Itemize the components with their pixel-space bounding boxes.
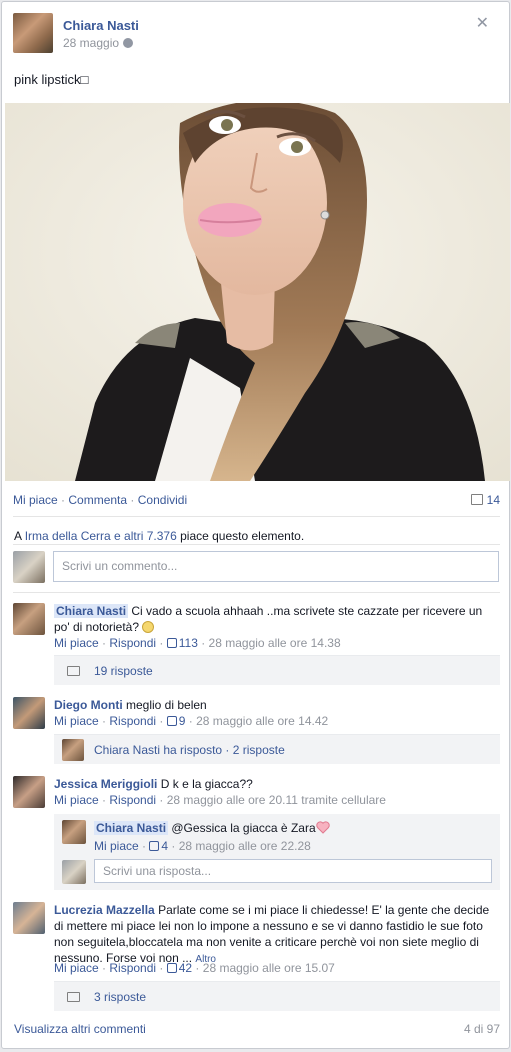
comments-pagination: 4 di 97 (463, 1022, 500, 1036)
replies-action: ha risposto (163, 743, 223, 757)
comment-like-link[interactable]: Mi piace (54, 714, 99, 728)
separator: · (130, 493, 138, 507)
globe-icon (123, 38, 134, 48)
reply-text: @Gessica la giacca è Zara (171, 821, 316, 835)
comment-input[interactable]: Scrivi un commento... (53, 551, 499, 582)
comment-author[interactable]: Chiara Nasti (54, 604, 129, 618)
comment-avatar[interactable] (13, 902, 45, 934)
divider (13, 592, 500, 593)
comment-time[interactable]: 28 maggio alle ore 14.38 (209, 636, 341, 650)
comment-reply-link[interactable]: Rispondi (109, 636, 156, 650)
author-name[interactable]: Chiara Nasti (63, 18, 139, 33)
likes-names[interactable]: Irma della Cerra e altri 7.376 (25, 529, 177, 543)
comment-like-count-value: 42 (178, 961, 193, 975)
comment-time[interactable]: 28 maggio alle ore 14.42 (196, 714, 328, 728)
post-header: Chiara Nasti 28 maggio ✕ (13, 13, 493, 55)
post-date[interactable]: 28 maggio (63, 36, 134, 50)
reply-like-link[interactable]: Mi piace (94, 839, 139, 853)
reply-time[interactable]: 28 maggio alle ore 22.28 (179, 839, 311, 853)
comment-avatar[interactable] (13, 776, 45, 808)
post-actions: Mi piace · Commenta · Condividi 14 (13, 493, 500, 507)
divider (13, 516, 500, 517)
replies-label: 19 risposte (94, 664, 153, 678)
post-caption: pink lipstick□ (14, 72, 89, 87)
reply-meta: Mi piace · 4 · 28 maggio alle ore 22.28 (94, 839, 311, 853)
likes-prefix: A (14, 529, 22, 543)
thumbs-up-icon (149, 841, 160, 851)
thumbs-up-icon (166, 716, 177, 726)
comment-meta: Mi piace · Rispondi · 113 · 28 maggio al… (54, 636, 341, 650)
comment-like-count[interactable]: 113 (166, 636, 198, 650)
author-avatar[interactable] (13, 13, 53, 53)
comment-like-link[interactable]: Mi piace (54, 961, 99, 975)
comment-count-value: 14 (486, 493, 500, 507)
comments-footer: Visualizza altri commenti 4 di 97 (14, 1022, 500, 1036)
view-more-comments-link[interactable]: Visualizza altri commenti (14, 1022, 146, 1036)
reply-avatar[interactable] (62, 820, 86, 844)
view-replies[interactable]: Chiara Nasti ha risposto · 2 risposte (54, 734, 500, 764)
view-replies[interactable]: 3 risposte (54, 981, 500, 1011)
post-photo[interactable] (5, 103, 510, 481)
comment-text: D k e la giacca?? (160, 777, 253, 791)
comment-like-count-value: 113 (178, 636, 198, 650)
reply-author-avatar (62, 739, 84, 761)
like-link[interactable]: Mi piace (13, 493, 58, 507)
comment-like-count-value: 9 (178, 714, 186, 728)
current-user-avatar (62, 860, 86, 884)
comment-count[interactable]: 14 (470, 493, 500, 507)
photo-illustration (5, 103, 510, 481)
comment-author[interactable]: Lucrezia Mazzella (54, 903, 155, 917)
reply-icon (67, 992, 80, 1002)
comment-meta: Mi piace · Rispondi · 28 maggio alle ore… (54, 793, 386, 807)
likes-summary: A Irma della Cerra e altri 7.376 piace q… (14, 529, 304, 543)
comment-link[interactable]: Commenta (68, 493, 127, 507)
comment-author[interactable]: Jessica Meriggioli (54, 777, 157, 791)
comment-body: Diego Monti meglio di belen (54, 697, 500, 713)
comment-reply-link[interactable]: Rispondi (109, 714, 156, 728)
comment-time[interactable]: 28 maggio alle ore 20.11 tramite cellula… (167, 793, 386, 807)
comment-body: Chiara Nasti Ci vado a scuola ahhaah ..m… (54, 603, 500, 635)
view-replies[interactable]: 19 risposte (54, 655, 500, 685)
reply-body: Chiara Nasti @Gessica la giacca è Zara (94, 821, 494, 835)
comment-avatar[interactable] (13, 697, 45, 729)
comment-like-link[interactable]: Mi piace (54, 793, 99, 807)
current-user-avatar (13, 551, 45, 583)
reply-like-count[interactable]: 4 (149, 839, 168, 853)
heart-icon (315, 821, 330, 834)
reply-thread: Chiara Nasti @Gessica la giacca è Zara M… (54, 814, 500, 890)
comment-body: Jessica Meriggioli D k e la giacca?? (54, 776, 500, 792)
reply-icon (67, 666, 80, 676)
comment-author[interactable]: Diego Monti (54, 698, 123, 712)
comment-meta: Mi piace · Rispondi · 9 · 28 maggio alle… (54, 714, 329, 728)
comment-like-link[interactable]: Mi piace (54, 636, 99, 650)
post-card: Chiara Nasti 28 maggio ✕ pink lipstick□ (1, 1, 510, 1049)
comment-meta: Mi piace · Rispondi · 42 · 28 maggio all… (54, 961, 335, 975)
close-icon[interactable]: ✕ (476, 13, 489, 33)
thumbs-up-icon (166, 963, 177, 973)
replies-label: 3 risposte (94, 990, 147, 1004)
share-link[interactable]: Condividi (138, 493, 187, 507)
thumbs-up-icon (166, 638, 177, 648)
comment-icon (470, 494, 483, 505)
reply-author[interactable]: Chiara Nasti (94, 821, 169, 835)
comment-like-count[interactable]: 42 (166, 961, 193, 975)
comment-like-count[interactable]: 9 (166, 714, 186, 728)
reply-like-count-value: 4 (161, 839, 169, 853)
post-date-text: 28 maggio (63, 36, 120, 50)
comment-time[interactable]: 28 maggio alle ore 15.07 (203, 961, 335, 975)
reply-input[interactable]: Scrivi una risposta... (94, 859, 492, 883)
replies-author: Chiara Nasti (94, 743, 161, 757)
comment-avatar[interactable] (13, 603, 45, 635)
comment-text: meglio di belen (126, 698, 207, 712)
divider (13, 544, 500, 545)
smile-emoji-icon (142, 621, 155, 633)
replies-count: 2 risposte (232, 743, 285, 757)
likes-suffix: piace questo elemento. (180, 529, 305, 543)
comment-reply-link[interactable]: Rispondi (109, 793, 156, 807)
comment-reply-link[interactable]: Rispondi (109, 961, 156, 975)
comment-body: Lucrezia Mazzella Parlate come se i mi p… (54, 902, 500, 968)
